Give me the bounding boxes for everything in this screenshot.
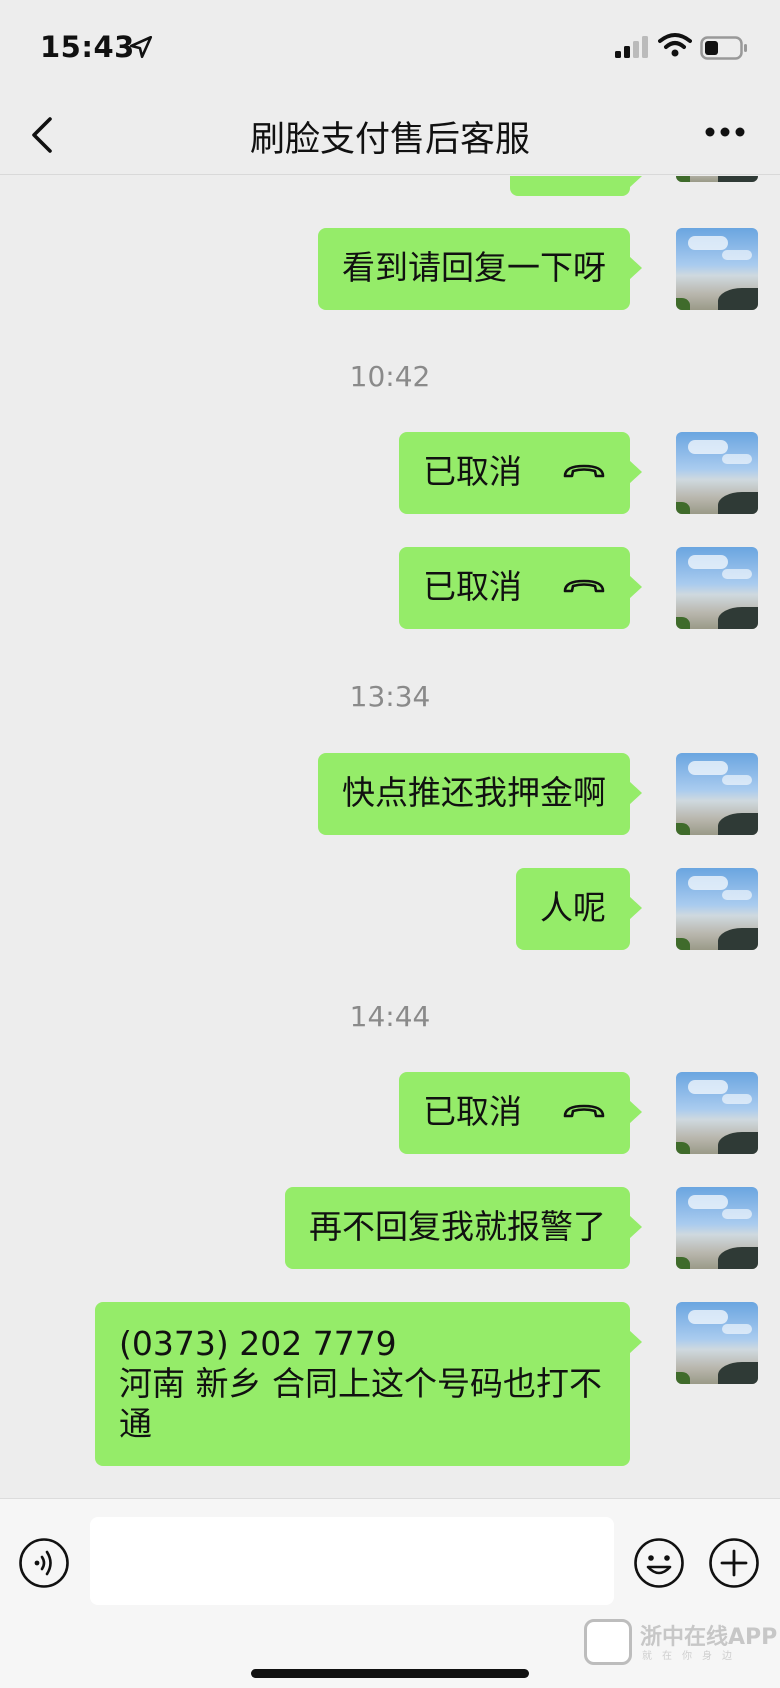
timestamp: 10:42 bbox=[349, 360, 431, 393]
avatar[interactable] bbox=[676, 1187, 758, 1269]
watermark-subtext: 就在你身边 bbox=[642, 1651, 742, 1662]
page-title: 刷脸支付售后客服 bbox=[249, 120, 530, 160]
wifi-icon bbox=[658, 33, 692, 57]
message-text: 再不回复我就报警了 bbox=[309, 1207, 606, 1246]
voice-input-icon[interactable] bbox=[18, 1537, 70, 1589]
message-input[interactable] bbox=[90, 1517, 614, 1605]
call-bubble[interactable]: 已取消 bbox=[399, 1072, 642, 1154]
status-bar: 15:43 bbox=[0, 0, 780, 95]
call-bubble[interactable]: 已取消 bbox=[399, 547, 642, 629]
more-options-icon[interactable] bbox=[704, 125, 746, 139]
hang-up-phone-icon bbox=[563, 464, 605, 477]
message-bubble[interactable]: 再不回复我就报警了 bbox=[285, 1187, 642, 1269]
message-bubble[interactable]: (0373) 202 7779 河南 新乡 合同上这个号码也打不通 bbox=[95, 1302, 642, 1466]
message-text: 快点推还我押金啊 bbox=[342, 773, 606, 812]
message-text: 河南 新乡 合同上这个号码也打不通 bbox=[119, 1364, 602, 1443]
nav-bar: 刷脸支付售后客服 bbox=[0, 95, 780, 175]
chat-input-bar: 浙中在线APP 就在你身边 bbox=[0, 1498, 780, 1688]
add-more-icon[interactable] bbox=[708, 1537, 760, 1589]
timestamp: 13:34 bbox=[349, 680, 431, 713]
message-text: 看到请回复一下呀 bbox=[342, 248, 606, 287]
avatar[interactable] bbox=[676, 228, 758, 310]
hang-up-phone-icon bbox=[563, 579, 605, 592]
message-bubble-partial[interactable] bbox=[510, 176, 642, 196]
call-bubble[interactable]: 已取消 bbox=[399, 432, 642, 514]
message-text: 人呢 bbox=[540, 888, 606, 927]
avatar[interactable] bbox=[676, 176, 758, 182]
avatar[interactable] bbox=[676, 753, 758, 835]
battery-icon bbox=[700, 36, 747, 60]
call-status-text: 已取消 bbox=[423, 452, 522, 491]
watermark-logo-icon bbox=[584, 1619, 632, 1665]
timestamp: 14:44 bbox=[349, 1000, 431, 1033]
call-status-text: 已取消 bbox=[423, 567, 522, 606]
avatar[interactable] bbox=[676, 1072, 758, 1154]
status-time: 15:43 bbox=[40, 30, 135, 64]
message-bubble[interactable]: 看到请回复一下呀 bbox=[318, 228, 642, 310]
call-status-text: 已取消 bbox=[423, 1092, 522, 1131]
avatar[interactable] bbox=[676, 547, 758, 629]
location-arrow-icon bbox=[129, 35, 153, 59]
message-bubble[interactable]: 快点推还我押金啊 bbox=[318, 753, 642, 835]
watermark: 浙中在线APP 就在你身边 bbox=[584, 1619, 777, 1667]
avatar[interactable] bbox=[676, 868, 758, 950]
phone-number-text[interactable]: (0373) 202 7779 bbox=[119, 1324, 606, 1364]
message-bubble[interactable]: 人呢 bbox=[516, 868, 642, 950]
chat-message-list[interactable]: 看到请回复一下呀 10:42 已取消 已取消 13:34 快点推还我押金啊 人呢… bbox=[0, 176, 780, 1498]
cellular-signal-icon bbox=[615, 36, 648, 58]
avatar[interactable] bbox=[676, 1302, 758, 1384]
hang-up-phone-icon bbox=[563, 1104, 605, 1117]
emoji-icon[interactable] bbox=[633, 1537, 685, 1589]
avatar[interactable] bbox=[676, 432, 758, 514]
home-indicator bbox=[251, 1669, 529, 1678]
